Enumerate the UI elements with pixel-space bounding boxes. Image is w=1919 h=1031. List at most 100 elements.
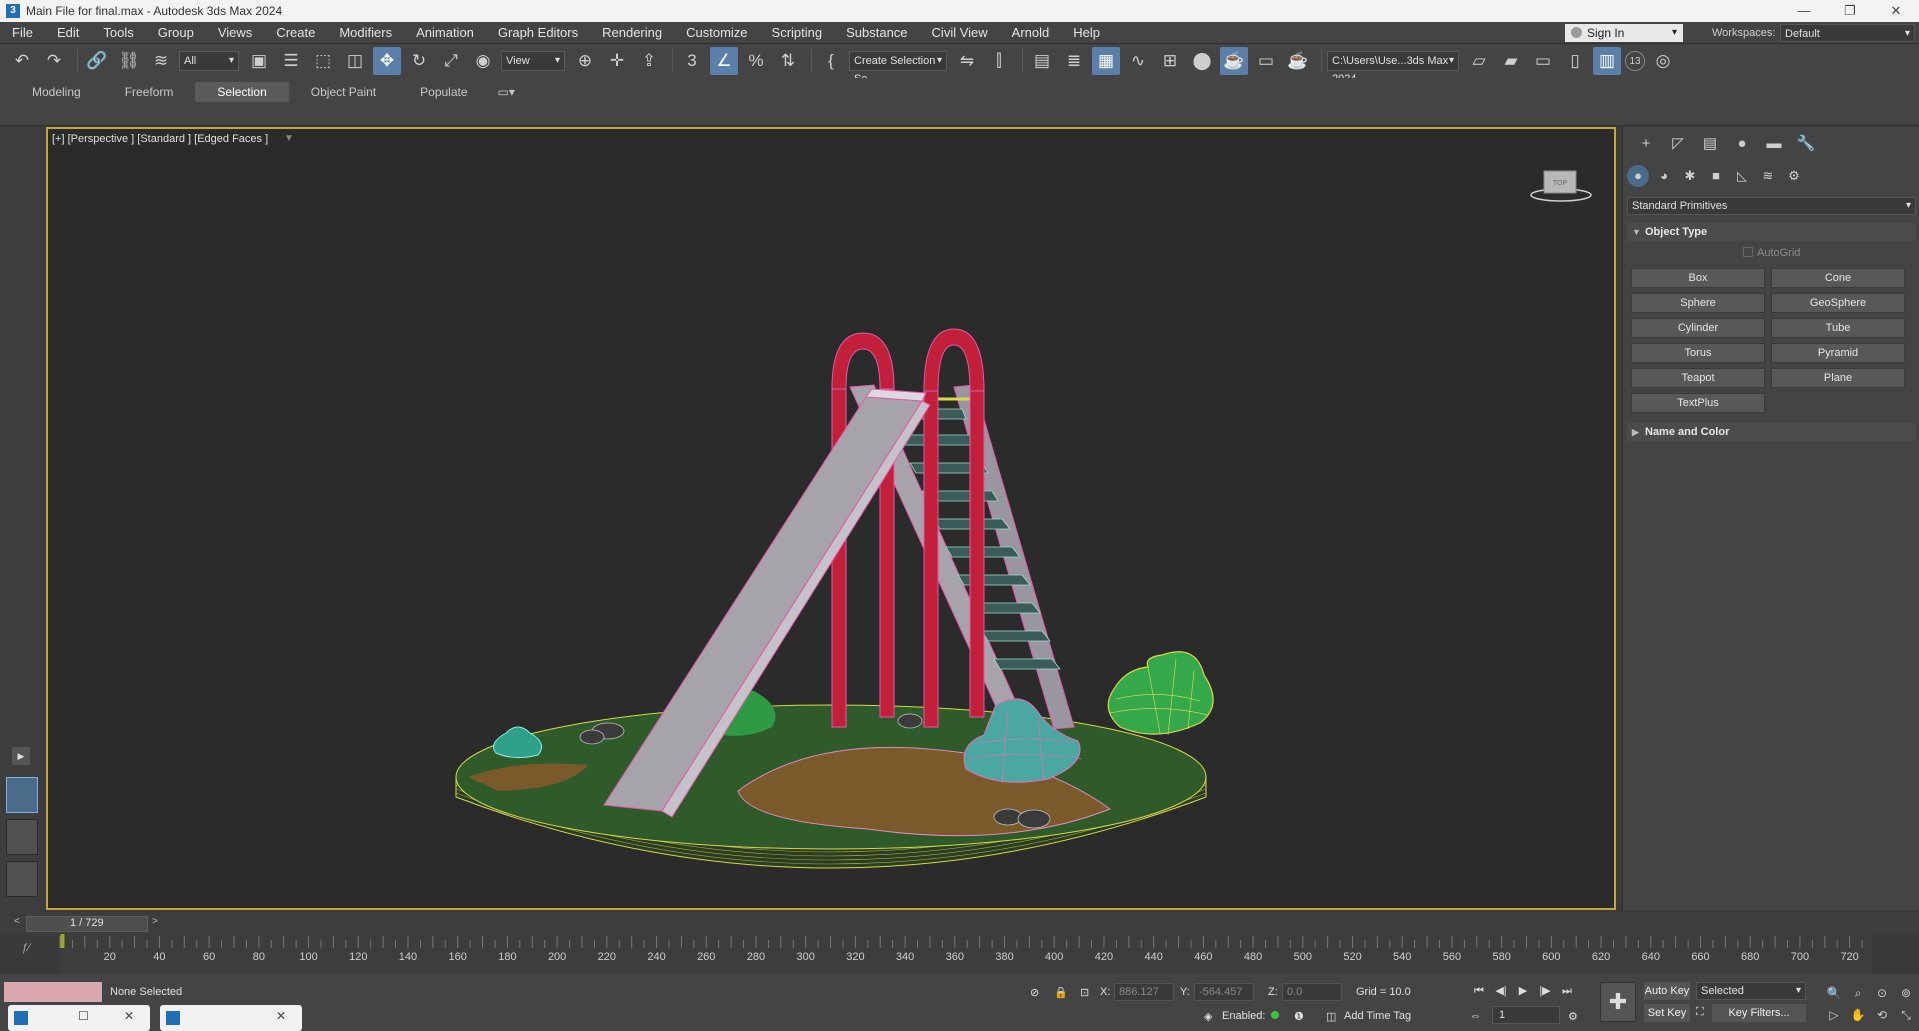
add-time-tag[interactable]: Add Time Tag (1344, 1010, 1411, 1022)
lights-icon[interactable]: ✱ (1679, 165, 1701, 187)
align-icon[interactable]: ⫿ (985, 47, 1013, 75)
menu-edit[interactable]: Edit (45, 22, 91, 44)
next-key-icon[interactable]: |▶ (1534, 982, 1556, 1000)
task-thumbnail-2[interactable]: ✕ (160, 1005, 302, 1031)
maxscript-listener[interactable] (4, 982, 102, 1002)
collapse-icon[interactable]: ▭ (1529, 47, 1557, 75)
tab-selection[interactable]: Selection (195, 82, 289, 102)
geometry-icon[interactable]: ● (1627, 165, 1649, 187)
key-filters-button[interactable]: Key Filters... (1712, 1004, 1806, 1022)
cone-button[interactable]: Cone (1771, 268, 1905, 288)
cameras-icon[interactable]: ■ (1705, 165, 1727, 187)
tab-modeling[interactable]: Modeling (10, 82, 103, 102)
maximize-button[interactable]: ❐ (1827, 0, 1873, 22)
reference-coordinate-system[interactable]: View (501, 51, 565, 71)
render-production-icon[interactable]: ☕ (1284, 47, 1312, 75)
angle-snap-icon[interactable]: ∠ (710, 47, 738, 75)
menu-views[interactable]: Views (206, 22, 264, 44)
menu-animation[interactable]: Animation (404, 22, 486, 44)
helpers-icon[interactable]: ◺ (1731, 165, 1753, 187)
menu-scripting[interactable]: Scripting (760, 22, 835, 44)
menu-tools[interactable]: Tools (91, 22, 145, 44)
display-tab-icon[interactable]: ▬ (1761, 133, 1787, 155)
object-type-rollout[interactable]: ▼ Object Type (1627, 223, 1916, 241)
pyramid-button[interactable]: Pyramid (1771, 343, 1905, 363)
torus-button[interactable]: Torus (1631, 343, 1765, 363)
restore-icon[interactable]: ☐ (78, 1009, 89, 1023)
tab-populate[interactable]: Populate (398, 82, 489, 102)
toggle-ribbon-icon[interactable]: ▦ (1092, 47, 1120, 75)
menu-modifiers[interactable]: Modifiers (327, 22, 404, 44)
y-coordinate-field[interactable]: -564.457 (1194, 983, 1254, 1001)
textplus-button[interactable]: TextPlus (1631, 393, 1765, 413)
layout-tab-3[interactable] (6, 861, 38, 897)
unlink-icon[interactable]: ⛓ (115, 47, 143, 75)
perspective-viewport[interactable]: [+] [Perspective ] [Standard ] [Edged Fa… (46, 127, 1616, 910)
spinner-snap-icon[interactable]: ⇅ (774, 47, 802, 75)
open-explorer-icon[interactable]: ▱ (1465, 47, 1493, 75)
layout-tab-2[interactable] (6, 819, 38, 855)
key-mode-toggle-icon[interactable]: ⇔ (1470, 1010, 1481, 1022)
motion-tab-icon[interactable]: ● (1729, 133, 1755, 155)
menu-substance[interactable]: Substance (834, 22, 919, 44)
schematic-view-icon[interactable]: ⊞ (1156, 47, 1184, 75)
close-icon[interactable]: ✕ (276, 1009, 286, 1023)
create-tab-icon[interactable]: + (1633, 133, 1659, 155)
quick-access-icon[interactable]: ▯ (1561, 47, 1589, 75)
info-icon[interactable]: ❶ (1294, 1010, 1304, 1023)
layout-tab-1[interactable] (6, 777, 38, 813)
select-manipulate-icon[interactable]: ✛ (603, 47, 631, 75)
isolate-icon[interactable]: ⊘ (1030, 986, 1039, 999)
project-folder-dropdown[interactable]: C:\Users\Use...3ds Max 2024 (1327, 51, 1459, 85)
key-selection-dropdown[interactable]: Selected (1696, 982, 1806, 1000)
shapes-icon[interactable]: ◕ (1653, 165, 1675, 187)
spacewarps-icon[interactable]: ≋ (1757, 165, 1779, 187)
layer-explorer-icon[interactable]: ≣ (1060, 47, 1088, 75)
set-key-button[interactable]: Set Key (1644, 1004, 1690, 1022)
tube-button[interactable]: Tube (1771, 318, 1905, 338)
ribbon-options-icon[interactable]: ▭▾ (490, 82, 523, 102)
geosphere-button[interactable]: GeoSphere (1771, 293, 1905, 313)
container-icon[interactable]: ▰ (1497, 47, 1525, 75)
menu-graph-editors[interactable]: Graph Editors (486, 22, 590, 44)
undo-icon[interactable]: ↶ (8, 47, 36, 75)
time-configuration-icon[interactable]: ⚙ (1568, 1010, 1578, 1023)
bind-spacewarp-icon[interactable]: ≋ (147, 47, 175, 75)
select-by-name-icon[interactable]: ☰ (277, 47, 305, 75)
snaps-toggle-icon[interactable]: 3 (678, 47, 706, 75)
sign-in-dropdown[interactable]: Sign In (1565, 24, 1683, 42)
autogrid-checkbox[interactable]: AutoGrid (1743, 247, 1800, 259)
zoom-all-icon[interactable]: ⌕ (1846, 982, 1870, 1004)
menu-arnold[interactable]: Arnold (1000, 22, 1062, 44)
zoom-icon[interactable]: 🔍 (1822, 982, 1846, 1004)
track-bar[interactable]: ƒ∕ 20 40 60 80 100 120 140 160 180 200 220 240 260 28… (0, 934, 1919, 974)
autodesk-account-icon[interactable]: ◎ (1649, 47, 1677, 75)
selection-filter[interactable]: All (179, 51, 239, 71)
hierarchy-tab-icon[interactable]: ▤ (1697, 133, 1723, 155)
menu-create[interactable]: Create (264, 22, 327, 44)
lock-icon[interactable]: 🔒 (1054, 986, 1068, 999)
task-thumbnail-1[interactable]: ☐ ✕ (8, 1005, 150, 1031)
badge-13-icon[interactable]: 13 (1625, 51, 1645, 71)
prev-key-icon[interactable]: ◀| (1490, 982, 1512, 1000)
menu-help[interactable]: Help (1061, 22, 1112, 44)
tab-object-paint[interactable]: Object Paint (289, 82, 398, 102)
percent-snap-icon[interactable]: % (742, 47, 770, 75)
zoom-extents-icon[interactable]: ⊙ (1870, 982, 1894, 1004)
named-selection-set[interactable]: Create Selection Se (849, 51, 947, 85)
rendered-frame-window-icon[interactable]: ▭ (1252, 47, 1280, 75)
keyboard-shortcut-override-icon[interactable]: ⇪ (635, 47, 663, 75)
set-keys-icon[interactable]: ✚ (1600, 982, 1636, 1022)
viewport-layout-icon[interactable]: ▥ (1593, 47, 1621, 75)
goto-end-icon[interactable]: ⏭ (1556, 982, 1578, 1000)
scene-explorer-icon[interactable]: ▤ (1028, 47, 1056, 75)
next-frame-icon[interactable]: > (152, 916, 158, 927)
select-and-rotate-icon[interactable]: ↻ (405, 47, 433, 75)
primitive-category-dropdown[interactable]: Standard Primitives (1627, 197, 1916, 215)
name-and-color-rollout[interactable]: ▶ Name and Color (1627, 423, 1916, 441)
z-coordinate-field[interactable]: 0.0 (1282, 983, 1342, 1001)
orbit-icon[interactable]: ⟲ (1870, 1004, 1894, 1026)
render-setup-icon[interactable]: ☕ (1220, 47, 1248, 75)
time-tag-enabled[interactable]: Enabled: (1222, 1010, 1280, 1022)
cylinder-button[interactable]: Cylinder (1631, 318, 1765, 338)
